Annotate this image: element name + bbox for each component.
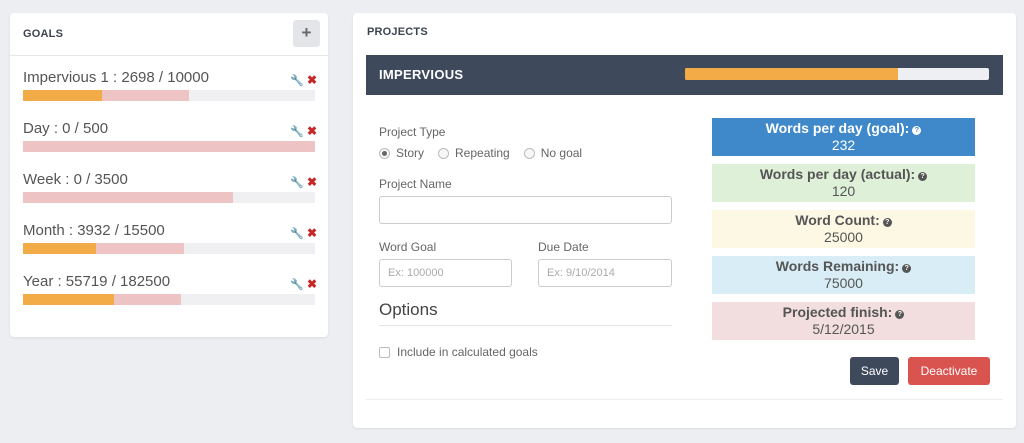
radio-label: Repeating [455,146,510,160]
close-icon[interactable]: ✖ [307,124,317,138]
radio-label: No goal [540,146,583,160]
stat-goal-value: 232 [831,137,856,153]
radio-button[interactable] [523,147,535,159]
goal-progress-bar [23,141,315,152]
radio-button[interactable] [379,147,390,159]
word-goal-input[interactable] [379,259,512,287]
goal-progress-target [23,192,234,203]
goal-label: Month : 3932 / 15500 [23,222,165,239]
project-card: IMPERVIOUS Project Type Story Repeating No… [366,55,1003,400]
projects-title: PROJECTS [367,26,428,38]
goal-progress-bar [23,192,315,203]
goal-progress-fill [23,294,114,305]
help-icon[interactable]: ? [912,126,922,135]
project-type-label: Project Type [379,125,446,139]
stat-remaining-title: Words Remaining: [775,258,900,274]
due-date-label: Due Date [538,240,589,254]
help-icon[interactable]: ? [895,310,905,319]
stat-remaining-value: 75000 [824,275,863,291]
close-icon[interactable]: ✖ [307,277,317,291]
stat-words-per-day-actual: Words per day (actual):? 120 [712,164,975,202]
stat-goal-title: Words per day (goal): [765,120,910,136]
goal-progress-target [23,141,315,152]
help-icon[interactable]: ? [882,218,892,227]
include-goals-label: Include in calculated goals [397,345,538,359]
goal-item: Day : 0 / 500 🔧 ✖ [23,120,317,152]
goal-progress-bar [23,294,315,305]
radio-label: Story [396,146,425,160]
goals-panel: GOALS + Impervious 1 : 2698 / 10000 🔧 ✖ Day… [10,13,328,337]
stat-count-value: 25000 [824,229,863,245]
stat-count-title: Word Count: [795,212,880,228]
goal-actions: 🔧 ✖ [290,73,317,87]
goal-item: Impervious 1 : 2698 / 10000 🔧 ✖ [23,69,317,101]
radio-button[interactable] [438,147,450,159]
wrench-icon[interactable]: 🔧 [290,177,304,189]
goals-divider [10,55,328,56]
add-goal-button[interactable]: + [293,20,320,47]
project-type-option[interactable]: Story [379,146,424,160]
options-divider [379,325,672,326]
project-name-input[interactable] [379,196,672,224]
include-goals-row[interactable]: Include in calculated goals [379,345,538,359]
deactivate-button[interactable]: Deactivate [908,357,990,385]
save-button[interactable]: Save [850,357,899,385]
goal-label: Day : 0 / 500 [23,120,109,137]
wrench-icon[interactable]: 🔧 [290,279,304,291]
stat-word-count: Word Count:? 25000 [712,210,975,248]
close-icon[interactable]: ✖ [307,73,317,87]
project-name-label: Project Name [379,177,452,191]
wrench-icon[interactable]: 🔧 [290,126,304,138]
project-type-radio-group: Story Repeating No goal [379,146,596,160]
goal-progress-fill [23,243,96,254]
wrench-icon[interactable]: 🔧 [290,228,304,240]
goal-label: Week : 0 / 3500 [23,171,128,188]
due-date-input[interactable] [538,259,672,287]
goal-item: Year : 55719 / 182500 🔧 ✖ [23,273,317,305]
goal-actions: 🔧 ✖ [290,226,317,240]
projects-panel: PROJECTS IMPERVIOUS Project Type Story Re… [353,13,1016,428]
close-icon[interactable]: ✖ [307,175,317,189]
project-progress-fill [685,68,898,80]
goal-progress-bar [23,90,315,101]
stat-actual-title: Words per day (actual): [759,166,916,182]
project-type-option[interactable]: Repeating [438,146,510,160]
goal-progress-bar [23,243,315,254]
stat-words-remaining: Words Remaining:? 75000 [712,256,975,294]
goal-label: Impervious 1 : 2698 / 10000 [23,69,209,86]
close-icon[interactable]: ✖ [307,226,317,240]
stat-projected-finish: Projected finish:? 5/12/2015 [712,302,975,340]
project-name-heading: IMPERVIOUS [379,67,464,82]
wrench-icon[interactable]: 🔧 [290,75,304,87]
project-header: IMPERVIOUS [366,55,1003,95]
goal-item: Week : 0 / 3500 🔧 ✖ [23,171,317,203]
include-goals-checkbox[interactable] [379,346,390,358]
project-progress-bar [685,68,989,80]
stat-actual-value: 120 [831,183,856,199]
goals-title: GOALS [23,28,64,40]
goal-item: Month : 3932 / 15500 🔧 ✖ [23,222,317,254]
goal-actions: 🔧 ✖ [290,124,317,138]
stat-words-per-day-goal: Words per day (goal):? 232 [712,118,975,156]
options-heading: Options [379,300,438,319]
project-type-option[interactable]: No goal [523,146,583,160]
goal-actions: 🔧 ✖ [290,175,317,189]
goal-actions: 🔧 ✖ [290,277,317,291]
goal-progress-fill [23,90,102,101]
stat-finish-value: 5/12/2015 [812,321,875,337]
stat-finish-title: Projected finish: [782,304,893,320]
help-icon[interactable]: ? [918,172,928,181]
goal-label: Year : 55719 / 182500 [23,273,171,290]
word-goal-label: Word Goal [379,240,437,254]
help-icon[interactable]: ? [902,264,912,273]
